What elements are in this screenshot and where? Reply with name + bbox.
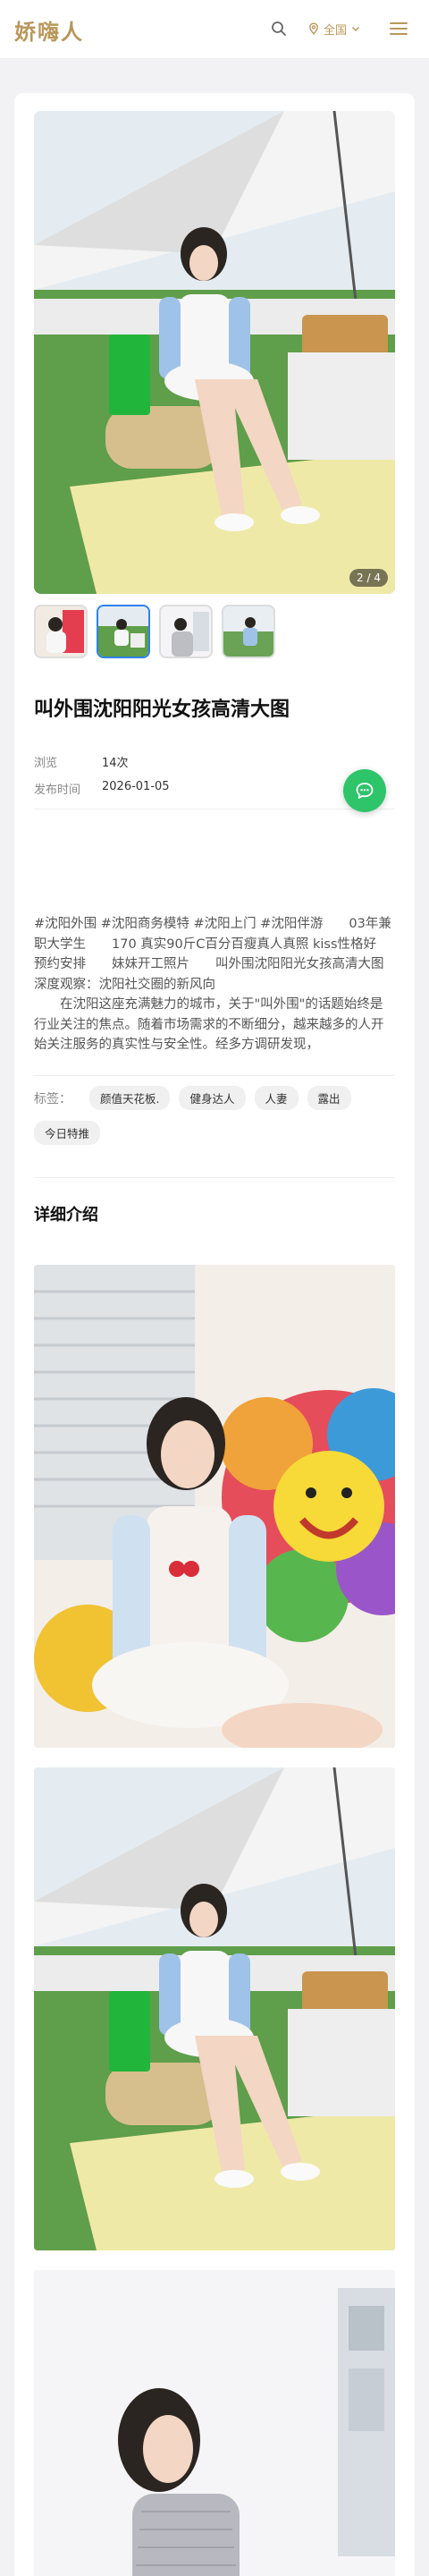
divider (34, 1177, 395, 1178)
thumbnail-2[interactable] (97, 605, 150, 658)
thumbnail-1[interactable] (34, 605, 88, 658)
content-card: 2 / 4 叫外围沈阳阳光女孩高清大图 浏览 14次 发布时间 2026-01-… (14, 93, 415, 2576)
photo-rooftop (34, 1767, 395, 2250)
photo-rooftop (34, 111, 395, 594)
location-pin-icon (309, 22, 318, 35)
detail-image-1[interactable] (34, 1265, 395, 1748)
thumbnail-3[interactable] (159, 605, 213, 658)
article-title: 叫外围沈阳阳光女孩高清大图 (34, 699, 290, 721)
top-header: 娇嗨人 全国 (0, 0, 429, 59)
date-value: 2026-01-05 (102, 780, 170, 793)
chat-bubble-icon (356, 783, 374, 799)
tag-list: 标签： 颜值天花板. 健身达人 人妻 露出 今日特推 (34, 1086, 395, 1145)
tags-label: 标签： (34, 1091, 72, 1106)
search-icon (272, 21, 286, 36)
thumbnail-4[interactable] (222, 605, 275, 658)
site-logo[interactable]: 娇嗨人 (14, 14, 84, 46)
detail-image-3[interactable] (34, 2270, 395, 2576)
hamburger-menu-icon (390, 22, 408, 35)
region-label: 全国 (324, 23, 348, 38)
thumbnail-strip (34, 605, 275, 658)
detail-section-title: 详细介绍 (34, 1206, 98, 1224)
article-description: #沈阳外围 #沈阳商务模特 #沈阳上门 #沈阳伴游 03年兼职大学生 170 真… (34, 917, 391, 1052)
photo-studio (34, 2270, 395, 2576)
image-counter: 2 / 4 (349, 569, 388, 587)
chat-button[interactable] (343, 769, 386, 812)
tag-item[interactable]: 露出 (307, 1086, 351, 1110)
tag-item[interactable]: 今日特推 (34, 1121, 101, 1145)
views-value: 14次 (102, 757, 129, 770)
detail-image-2[interactable] (34, 1767, 395, 2250)
gallery-main-image[interactable]: 2 / 4 (34, 111, 395, 594)
region-selector[interactable]: 全国 (307, 18, 361, 39)
date-label: 发布时间 (34, 784, 81, 797)
photo-bedroom (34, 1265, 395, 1748)
search-button[interactable] (266, 16, 291, 41)
tag-item[interactable]: 颜值天花板. (89, 1086, 171, 1110)
divider (34, 1075, 395, 1076)
tag-item[interactable]: 健身达人 (179, 1086, 246, 1110)
chevron-down-icon (352, 27, 360, 31)
views-label: 浏览 (34, 757, 58, 770)
date-row: 发布时间 2026-01-05 (34, 780, 395, 797)
views-row: 浏览 14次 (34, 753, 395, 770)
tag-item[interactable]: 人妻 (254, 1086, 299, 1110)
menu-button[interactable] (386, 16, 411, 41)
